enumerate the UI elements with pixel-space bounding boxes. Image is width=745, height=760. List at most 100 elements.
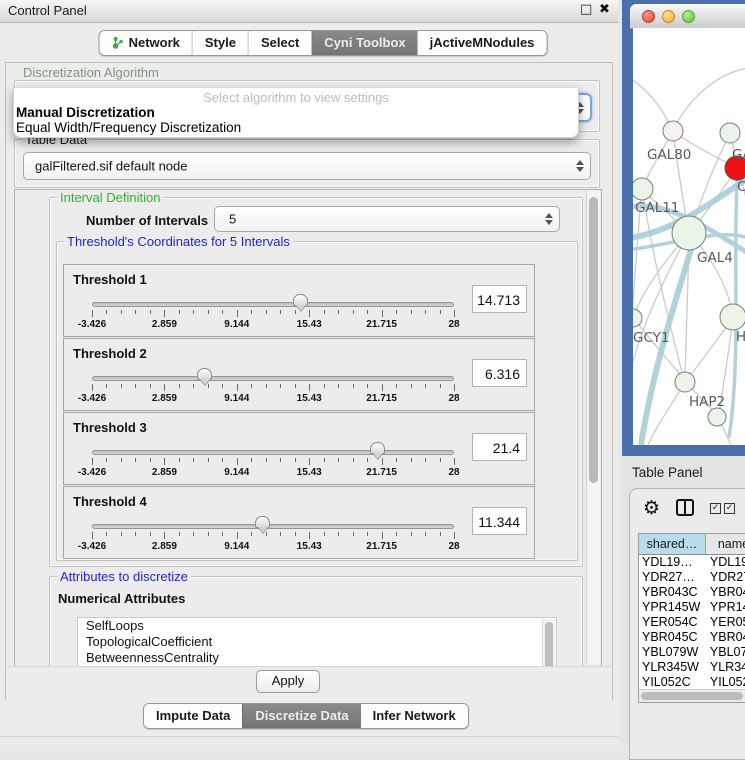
cell-shared-name[interactable]: YBL079W	[639, 645, 706, 660]
tab-infer-network[interactable]: Infer Network	[361, 704, 468, 728]
tick-label: 9.144	[224, 541, 249, 552]
node-label-gal11: GAL11	[635, 200, 679, 216]
node-gal80	[663, 121, 683, 141]
tick-label: 9.144	[224, 319, 249, 330]
attribute-list-item[interactable]: TopologicalCoefficient	[78, 634, 556, 650]
table-row[interactable]: YDR27… YDR27…	[639, 570, 745, 585]
dropdown-hint: Select algorithm to view settings	[14, 90, 578, 105]
table-row[interactable]: YER054C YER054C	[639, 615, 745, 630]
close-window-icon[interactable]: ✖	[599, 2, 610, 17]
table-row[interactable]: YDL19… YDL19…	[639, 555, 745, 570]
zoom-traffic-light[interactable]	[682, 10, 695, 23]
scrollbar-thumb[interactable]	[545, 622, 553, 668]
apply-button[interactable]: Apply	[256, 670, 320, 693]
table-row[interactable]: YPR145W YPR145W	[639, 600, 745, 615]
control-panel-titlebar: Control Panel □ ✖	[0, 0, 618, 23]
table-data-combobox[interactable]: galFiltered.sif default node	[23, 152, 591, 180]
column-header-shared-name[interactable]: shared…	[639, 534, 706, 554]
node-label-ga-partial: GA	[732, 147, 745, 163]
gear-icon[interactable]: ⚙	[643, 497, 660, 519]
attributes-group-title: Attributes to discretize	[57, 569, 191, 584]
slider-track[interactable]	[92, 376, 454, 381]
table-horizontal-scrollbar[interactable]	[639, 689, 745, 702]
tab-impute-data[interactable]: Impute Data	[144, 704, 242, 728]
cell-shared-name[interactable]: YDR27…	[639, 570, 706, 585]
cell-name[interactable]: YDR27…	[706, 570, 745, 585]
checked-box-icon[interactable]: ✓	[724, 503, 735, 514]
table-row[interactable]: YBR045C YBR045C	[639, 630, 745, 645]
table-panel-title: Table Panel	[632, 465, 703, 480]
numerical-attributes-list: SelfLoopsTopologicalCoefficientBetweenne…	[77, 617, 557, 668]
checked-box-icon[interactable]: ✓	[710, 503, 721, 514]
table-panel: Table Panel ⚙ ✓ ✓ shared… name YDL19… YD…	[622, 456, 745, 745]
cell-shared-name[interactable]: YPR145W	[639, 600, 706, 615]
attributes-list-scrollbar[interactable]	[542, 619, 555, 668]
cell-shared-name[interactable]: YBR045C	[639, 630, 706, 645]
cell-name[interactable]: YIL052C	[706, 675, 745, 690]
slider-thumb[interactable]	[197, 368, 212, 380]
tick-label: 2.859	[152, 467, 177, 478]
slider-thumb[interactable]	[370, 442, 385, 454]
tick-label: 15.43	[297, 393, 322, 404]
scrollbar-thumb[interactable]	[641, 692, 743, 700]
tab-network[interactable]: Network	[100, 31, 192, 55]
cell-shared-name[interactable]: YBR043C	[639, 585, 706, 600]
tab-network-label: Network	[129, 35, 180, 50]
cell-name[interactable]: YDL19…	[706, 555, 745, 570]
network-canvas[interactable]: GAL80 GA C GAL11 GAL4 GCY1 H HAP2	[633, 28, 745, 445]
settings-scrollbar[interactable]	[586, 191, 600, 664]
threshold-1-value-field[interactable]: 14.713	[472, 285, 527, 313]
tick-label: 2.859	[152, 319, 177, 330]
tick-label: 21.715	[366, 467, 397, 478]
dropdown-option-manual[interactable]: Manual Discretization	[16, 105, 155, 120]
table-row[interactable]: YLR345W YLR345W	[639, 660, 745, 675]
cell-name[interactable]: YER054C	[706, 615, 745, 630]
slider-thumb[interactable]	[255, 516, 270, 528]
cell-name[interactable]: YBR043C	[706, 585, 745, 600]
threshold-3-value-field[interactable]: 21.4	[472, 433, 527, 461]
slider-track[interactable]	[92, 524, 454, 529]
number-of-intervals-value: 5	[229, 212, 236, 227]
network-view-window: GAL80 GA C GAL11 GAL4 GCY1 H HAP2	[622, 0, 745, 456]
threshold-4-panel: Threshold 4 -3.4262.8599.14415.4321.7152…	[63, 486, 535, 559]
slider-thumb[interactable]	[293, 294, 308, 306]
cell-shared-name[interactable]: YER054C	[639, 615, 706, 630]
tab-style[interactable]: Style	[192, 31, 248, 55]
attribute-list-item[interactable]: SelfLoops	[78, 618, 556, 634]
tick-label: 28	[448, 393, 459, 404]
cell-name[interactable]: YLR345W	[706, 660, 745, 675]
tick-label: 15.43	[297, 319, 322, 330]
cell-name[interactable]: YBL079W	[706, 645, 745, 660]
table-toolbar: ⚙ ✓ ✓	[630, 495, 745, 525]
split-columns-icon[interactable]	[676, 499, 694, 516]
cell-name[interactable]: YBR045C	[706, 630, 745, 645]
cell-shared-name[interactable]: YIL052C	[639, 675, 706, 690]
number-of-intervals-combobox[interactable]: 5	[214, 206, 560, 232]
close-traffic-light[interactable]	[642, 10, 655, 23]
tab-select[interactable]: Select	[248, 31, 311, 55]
cell-shared-name[interactable]: YLR345W	[639, 660, 706, 675]
attribute-list-item[interactable]: BetweennessCentrality	[78, 650, 556, 666]
tab-discretize-data[interactable]: Discretize Data	[242, 704, 360, 728]
minimize-traffic-light[interactable]	[662, 10, 675, 23]
tick-label: -3.426	[78, 541, 106, 552]
slider-ticks	[92, 310, 454, 318]
threshold-4-value-field[interactable]: 11.344	[472, 507, 527, 535]
tab-cyni-toolbox[interactable]: Cyni Toolbox	[311, 31, 417, 55]
dropdown-option-equal-width[interactable]: Equal Width/Frequency Discretization	[16, 120, 241, 135]
tab-jactivemnodules[interactable]: jActiveMNodules	[418, 31, 547, 55]
cell-shared-name[interactable]: YDL19…	[639, 555, 706, 570]
table-row[interactable]: YBL079W YBL079W	[639, 645, 745, 660]
threshold-2-value-field[interactable]: 6.316	[472, 359, 527, 387]
cell-name[interactable]: YPR145W	[706, 600, 745, 615]
column-header-name[interactable]: name	[706, 534, 745, 554]
node-label-h-partial: H	[736, 329, 745, 345]
tab-style-label: Style	[205, 35, 236, 50]
slider-track[interactable]	[92, 450, 454, 455]
slider-track[interactable]	[92, 302, 454, 307]
float-window-icon[interactable]: □	[580, 2, 592, 17]
slider-ticks	[92, 532, 454, 540]
table-row[interactable]: YBR043C YBR043C	[639, 585, 745, 600]
scrollbar-thumb[interactable]	[589, 197, 598, 483]
table-row[interactable]: YIL052C YIL052C	[639, 675, 745, 690]
